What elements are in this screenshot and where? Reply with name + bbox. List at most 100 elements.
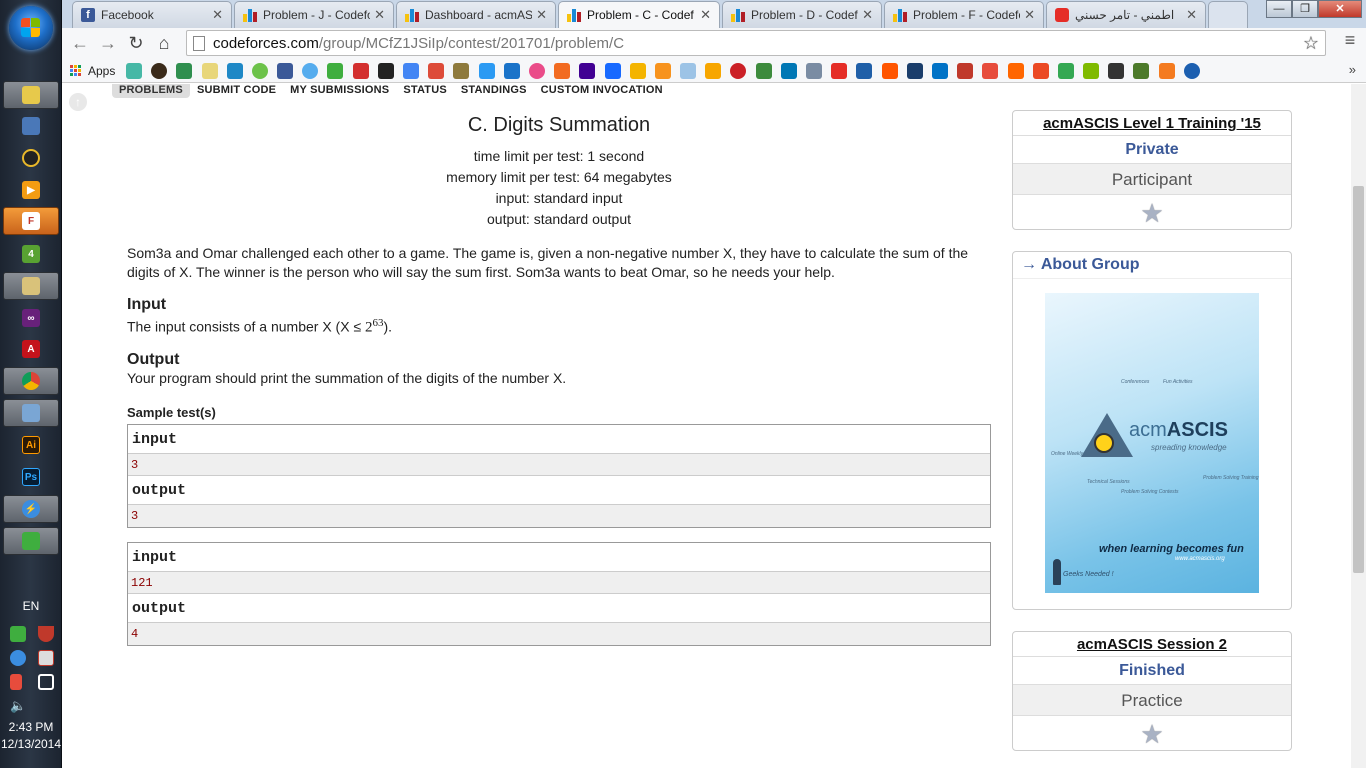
bookmark-icon[interactable] xyxy=(957,62,974,79)
shield-icon[interactable] xyxy=(38,626,54,642)
tab-problem-c[interactable]: Problem - C - Codef ✕ xyxy=(558,1,720,28)
cloud-icon[interactable] xyxy=(931,62,948,79)
bookmark-icon[interactable] xyxy=(176,62,193,79)
bookmark-icon[interactable] xyxy=(327,62,344,79)
display-icon[interactable] xyxy=(38,674,54,690)
back-icon[interactable]: ← xyxy=(66,30,94,58)
apps-button[interactable]: Apps xyxy=(70,64,115,78)
close-window-button[interactable]: ✕ xyxy=(1318,0,1362,18)
power-icon[interactable] xyxy=(10,674,22,690)
about-group-title[interactable]: → About Group xyxy=(1013,252,1291,279)
stumbleupon-icon[interactable] xyxy=(1032,62,1049,79)
nav-submit-code[interactable]: SUBMIT CODE xyxy=(190,84,283,98)
menu-icon[interactable]: ≡ xyxy=(1338,30,1362,56)
more-bookmarks-button[interactable]: » xyxy=(1349,62,1356,77)
nav-status[interactable]: STATUS xyxy=(396,84,454,98)
tab-problem-d[interactable]: Problem - D - Codef ✕ xyxy=(722,1,882,28)
bookmark-icon[interactable] xyxy=(125,62,142,79)
maximize-button[interactable]: ❐ xyxy=(1292,0,1318,18)
pinterest-icon[interactable] xyxy=(730,62,747,79)
taskbar-media-button[interactable] xyxy=(3,144,59,172)
taskbar-active-app-button[interactable]: F xyxy=(3,207,59,235)
scroll-up-icon[interactable]: ↑ xyxy=(69,93,87,111)
linkedin-icon[interactable] xyxy=(780,62,797,79)
bookmark-icon[interactable] xyxy=(680,62,697,79)
bookmark-icon[interactable] xyxy=(151,62,168,79)
bookmark-icon[interactable] xyxy=(654,62,671,79)
close-tab-icon[interactable]: ✕ xyxy=(1186,7,1197,23)
sample-output-value[interactable]: 3 xyxy=(128,504,990,527)
taskbar-torrent-button[interactable]: ⚡ xyxy=(3,495,59,523)
star-icon[interactable]: ★ xyxy=(1140,719,1163,750)
dribbble-icon[interactable] xyxy=(528,62,545,79)
facebook-icon[interactable] xyxy=(277,62,294,79)
sample-input-value[interactable]: 3 xyxy=(128,453,990,476)
tab-facebook[interactable]: f Facebook ✕ xyxy=(72,1,232,28)
google-plus-icon[interactable] xyxy=(428,62,445,79)
clock-time[interactable]: 2:43 PM xyxy=(0,720,62,734)
twitter-icon[interactable] xyxy=(302,62,319,79)
forward-icon[interactable]: → xyxy=(94,30,122,58)
taskbar-green-button[interactable]: 4 xyxy=(3,240,59,268)
bookmark-icon[interactable] xyxy=(806,62,823,79)
taskbar-photoshop-button[interactable]: Ps xyxy=(3,463,59,491)
clock-date[interactable]: 12/13/2014 xyxy=(0,737,62,751)
nav-my-submissions[interactable]: MY SUBMISSIONS xyxy=(283,84,396,98)
sample-input-value[interactable]: 121 xyxy=(128,571,990,594)
behance-icon[interactable] xyxy=(604,62,621,79)
close-tab-icon[interactable]: ✕ xyxy=(212,7,223,23)
flag-icon[interactable] xyxy=(38,650,54,666)
tab-youtube[interactable]: اطمني - تامر حسني ✕ xyxy=(1046,1,1206,28)
tab-dashboard[interactable]: Dashboard - acmASC ✕ xyxy=(396,1,556,28)
bookmark-icon[interactable] xyxy=(1057,62,1074,79)
close-tab-icon[interactable]: ✕ xyxy=(1024,7,1035,23)
speaker-icon[interactable]: 🔈 xyxy=(10,698,26,714)
google-icon[interactable] xyxy=(403,62,420,79)
bookmark-icon[interactable] xyxy=(856,62,873,79)
bookmark-icon[interactable] xyxy=(906,62,923,79)
chart-icon[interactable] xyxy=(629,62,646,79)
scrollbar-thumb[interactable] xyxy=(1353,186,1364,573)
bookmark-icon[interactable] xyxy=(755,62,772,79)
youtube-icon[interactable] xyxy=(831,62,848,79)
bookmark-icon[interactable] xyxy=(201,62,218,79)
address-bar[interactable]: codeforces.com/group/MCfZ1JSiIp/contest/… xyxy=(186,30,1326,56)
bookmark-icon[interactable] xyxy=(226,62,243,79)
bookmark-icon[interactable] xyxy=(352,62,369,79)
language-indicator[interactable]: EN xyxy=(0,599,62,613)
taskbar-vs-button[interactable]: ∞ xyxy=(3,304,59,332)
tab-problem-j[interactable]: Problem - J - Codefo ✕ xyxy=(234,1,394,28)
taskbar-app-button[interactable] xyxy=(3,112,59,140)
nav-custom-invocation[interactable]: CUSTOM INVOCATION xyxy=(534,84,670,98)
bookmark-icon[interactable] xyxy=(453,62,470,79)
close-tab-icon[interactable]: ✕ xyxy=(862,7,873,23)
taskbar-player-button[interactable]: ▶ xyxy=(3,176,59,204)
new-tab-button[interactable] xyxy=(1208,1,1248,28)
lightning-icon[interactable] xyxy=(10,650,26,666)
soundcloud-icon[interactable] xyxy=(881,62,898,79)
contest-name-link[interactable]: acmASCIS Session 2 xyxy=(1013,632,1291,657)
nav-standings[interactable]: STANDINGS xyxy=(454,84,534,98)
star-icon[interactable]: ★ xyxy=(1140,198,1163,229)
tab-problem-f[interactable]: Problem - F - Codefo ✕ xyxy=(884,1,1044,28)
taskbar-files-button[interactable] xyxy=(3,272,59,300)
bookmark-icon[interactable] xyxy=(1083,62,1100,79)
start-button[interactable] xyxy=(9,6,53,50)
bookmark-icon[interactable] xyxy=(251,62,268,79)
bookmark-icon[interactable] xyxy=(1108,62,1125,79)
minimize-button[interactable]: — xyxy=(1266,0,1292,18)
contest-name-link[interactable]: acmASCIS Level 1 Training '15 xyxy=(1013,111,1291,136)
close-tab-icon[interactable]: ✕ xyxy=(700,7,711,23)
reload-icon[interactable]: ↻ xyxy=(122,30,150,58)
bookmark-icon[interactable] xyxy=(982,62,999,79)
taskbar-chrome-button[interactable] xyxy=(3,367,59,395)
bookmark-icon[interactable] xyxy=(705,62,722,79)
bookmark-icon[interactable] xyxy=(1133,62,1150,79)
taskbar-explorer-button[interactable] xyxy=(3,81,59,109)
bookmark-icon[interactable] xyxy=(1007,62,1024,79)
bookmark-star-icon[interactable]: ☆ xyxy=(1303,33,1319,54)
nav-problems[interactable]: PROBLEMS xyxy=(112,84,190,98)
taskbar-pdf-button[interactable]: A xyxy=(3,335,59,363)
translate-icon[interactable] xyxy=(503,62,520,79)
taskbar-wifi-button[interactable] xyxy=(3,527,59,555)
